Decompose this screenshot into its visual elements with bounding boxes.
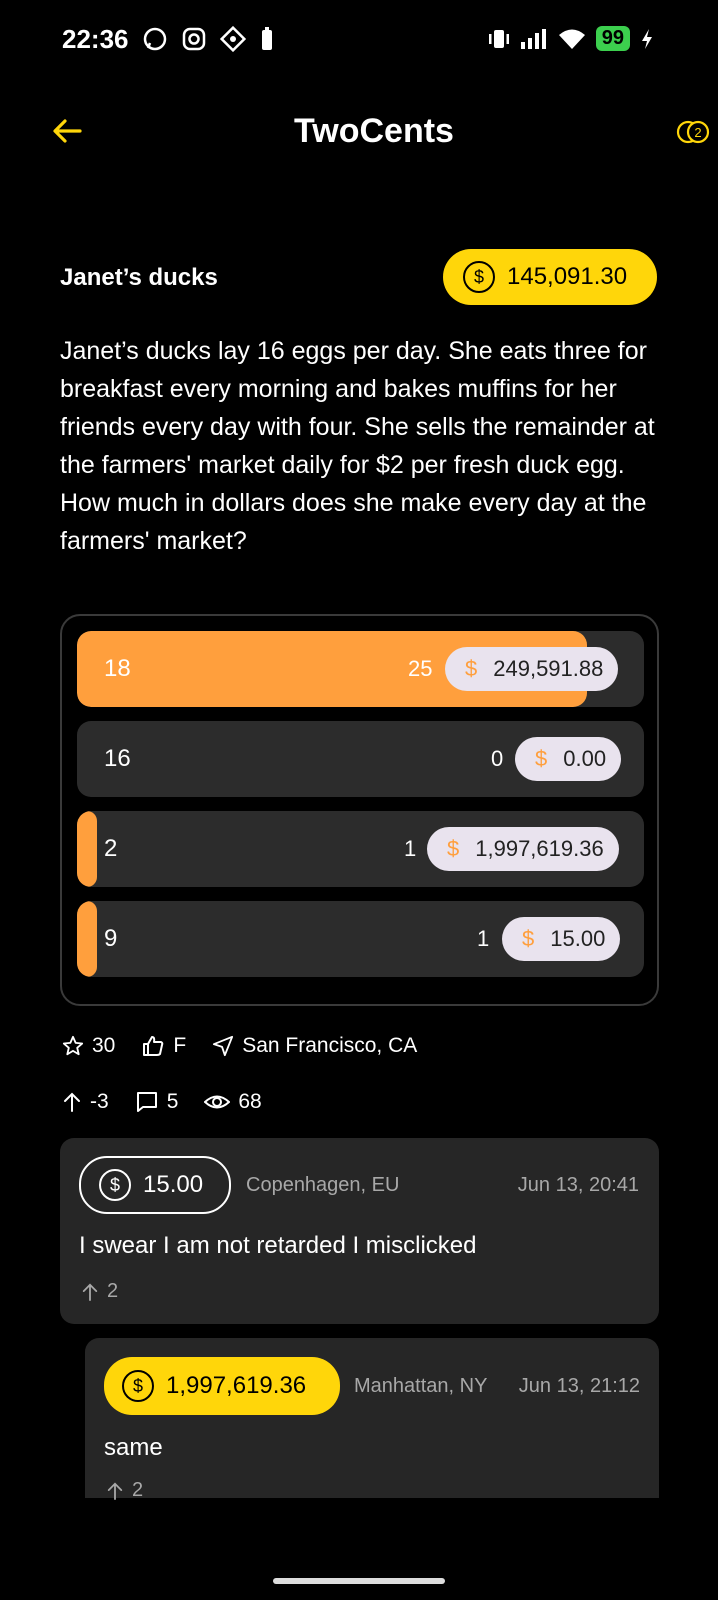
thumbs-up-icon [143,1036,164,1056]
comment-icon [136,1092,157,1112]
option-vote-count: 25 [408,656,433,681]
star-icon [62,1035,84,1056]
option-label: 9 [104,925,118,952]
comment-upvote[interactable]: 2 [81,1280,118,1303]
option-vote-bar [77,901,97,977]
reply-card: $ 1,997,619.36 Manhattan, NY Jun 13, 21:… [85,1338,659,1501]
option-vote-count: 0 [491,746,504,771]
battery-saver-icon [262,27,272,50]
battery-level: 99 [595,26,630,51]
page-title: TwoCents [294,112,454,150]
answer-option[interactable]: 2 1 $ 1,997,619.36 [77,811,644,887]
question-bounty-badge[interactable]: $ 145,091.30 [443,249,657,305]
dollar-icon: $ [465,656,478,681]
option-amount-badge: $ 15.00 [502,917,621,961]
vote-score[interactable]: -3 [62,1090,109,1114]
signal-icon [520,28,546,49]
dollar-icon: $ [447,836,460,861]
comment-timestamp: Jun 13, 20:41 [517,1174,639,1196]
dollar-coin-icon: $ [99,1169,131,1201]
comment-text: same [104,1434,163,1461]
comment-bet-amount: 1,997,619.36 [166,1372,307,1399]
option-vote-count: 1 [477,926,490,951]
question-title: Janet’s ducks [60,264,218,291]
eye-icon [204,1095,231,1109]
option-vote-count: 1 [404,836,417,861]
question-body: Janet’s ducks lay 16 eggs per day. She e… [60,337,655,555]
answer-option[interactable]: 9 1 $ 15.00 [77,901,644,977]
comment-location: Copenhagen, EU [246,1174,400,1196]
answer-option[interactable]: 16 0 $ 0.00 [77,721,644,797]
question-stats-row: -3 5 68 [62,1090,288,1114]
charging-icon [642,28,652,49]
comment-bet-badge[interactable]: $ 1,997,619.36 [104,1357,340,1415]
comment-count[interactable]: 5 [135,1090,178,1114]
option-amount-badge: $ 1,997,619.36 [427,827,619,871]
comment-upvote[interactable]: 2 [106,1479,143,1502]
vibrate-icon [488,29,509,48]
instagram-icon [182,27,206,51]
answer-option[interactable]: 18 25 $ 249,591.88 [77,631,644,707]
svg-text:2: 2 [694,125,701,140]
coins-icon[interactable]: 2 [676,118,712,146]
view-count: 68 [204,1090,262,1114]
comment-timestamp: Jun 13, 21:12 [518,1375,640,1397]
upvote-arrow-icon [107,1482,123,1500]
wifi-icon [558,29,585,49]
location-tag: San Francisco, CA [212,1034,417,1058]
status-bar: 22:36 99 [0,0,718,84]
option-label: 18 [104,655,131,682]
status-time: 22:36 [62,24,129,54]
option-amount-badge: $ 249,591.88 [445,647,619,691]
question-meta-row: 30 F San Francisco, CA [62,1034,443,1058]
option-label: 16 [104,745,131,772]
dollar-icon: $ [535,746,548,771]
navigation-arrow-icon [213,1035,234,1057]
whatsapp-icon [143,27,167,51]
option-vote-bar [77,811,97,887]
comment-card: $ 15.00 Copenhagen, EU Jun 13, 20:41 I s… [60,1138,659,1324]
comment-bet-amount: 15.00 [143,1171,204,1198]
star-count[interactable]: 30 [62,1034,115,1058]
comment-location: Manhattan, NY [354,1375,488,1397]
app-notification-icon [220,26,246,52]
bounty-amount: 145,091.30 [507,263,628,290]
comment-bet-badge[interactable]: $ 15.00 [79,1156,231,1214]
dollar-icon: $ [522,926,535,951]
like-button[interactable]: F [141,1034,186,1058]
dollar-coin-icon: $ [463,261,495,293]
option-amount-badge: $ 0.00 [515,737,622,781]
answer-options: 18 25 $ 249,591.88 16 0 $ 0.00 2 1 $ 1,9… [60,614,659,1006]
comment-text: I swear I am not retarded I misclicked [79,1232,477,1259]
upvote-arrow-icon [82,1283,98,1301]
home-indicator[interactable] [273,1578,445,1584]
upvote-arrow-icon [64,1092,80,1112]
dollar-coin-icon: $ [122,1370,154,1402]
option-label: 2 [104,835,118,862]
